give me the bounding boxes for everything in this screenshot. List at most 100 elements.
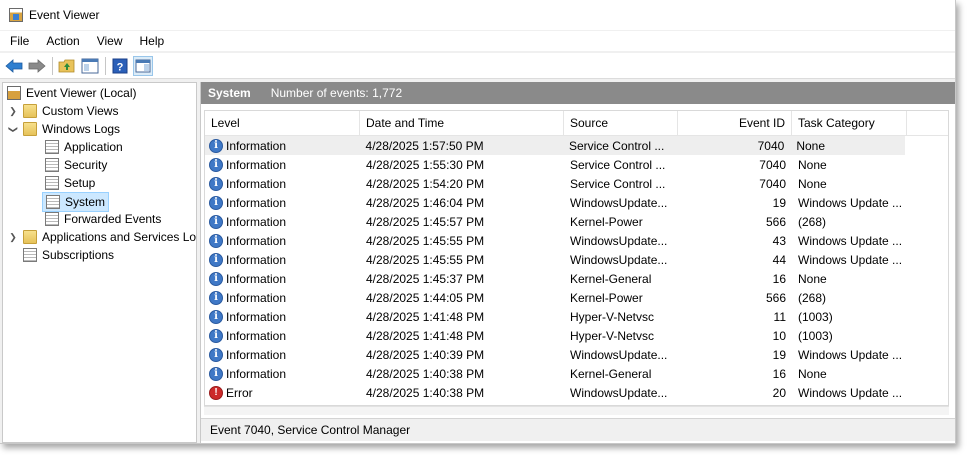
cell-date: 4/28/2025 1:40:39 PM <box>366 347 485 362</box>
column-header-source[interactable]: Source <box>564 111 678 135</box>
chevron-down-icon[interactable]: ❯ <box>8 124 19 134</box>
cell-source: Service Control ... <box>570 157 666 172</box>
tree-item-forwarded-events[interactable]: Forwarded Events <box>45 210 161 228</box>
level-text: Information <box>226 176 287 191</box>
cell-source: WindowsUpdate... <box>570 385 668 400</box>
subscriptions-icon <box>23 248 37 262</box>
tree-item-system[interactable]: System <box>42 192 110 212</box>
cell-task-category: None <box>798 157 827 172</box>
cell-date: 4/28/2025 1:45:55 PM <box>366 252 485 267</box>
help-icon: ? <box>112 58 128 73</box>
tree-item-applications-and-services[interactable]: ❯ Applications and Services Lo <box>8 228 196 246</box>
cell-task-category: Windows Update ... <box>798 347 903 362</box>
tree-item-application[interactable]: Application <box>45 138 123 156</box>
information-icon: i <box>209 309 223 324</box>
chevron-right-icon[interactable]: ❯ <box>8 232 18 243</box>
table-row[interactable]: i Information 4/28/2025 1:57:50 PM Service … <box>205 136 905 155</box>
table-row[interactable]: i Information 4/28/2025 1:54:20 PM Service … <box>205 174 948 193</box>
log-icon <box>45 158 59 172</box>
menu-file[interactable]: File <box>0 31 36 51</box>
log-header-bar: System Number of events: 1,772 <box>201 82 955 104</box>
cell-source: WindowsUpdate... <box>570 195 668 210</box>
tree-item-root[interactable]: Event Viewer (Local) <box>7 84 137 102</box>
column-header-date[interactable]: Date and Time <box>360 111 564 135</box>
cell-date: 4/28/2025 1:44:05 PM <box>366 290 485 305</box>
cell-date: 4/28/2025 1:41:48 PM <box>366 328 485 343</box>
tree-item-label: Security <box>64 158 108 172</box>
folder-icon <box>23 122 37 136</box>
table-row[interactable]: ! Error 4/28/2025 1:40:38 PM WindowsUpdate.… <box>205 383 948 402</box>
cell-level: i Information <box>205 347 360 362</box>
level-text: Error <box>226 385 253 400</box>
cell-level: i Information <box>205 214 360 229</box>
cell-source: Kernel-General <box>570 366 652 381</box>
cell-task-category: (268) <box>798 214 827 229</box>
menu-help[interactable]: Help <box>130 31 172 51</box>
table-row[interactable]: i Information 4/28/2025 1:46:04 PM WindowsU… <box>205 193 948 212</box>
cell-source: WindowsUpdate... <box>570 347 668 362</box>
cell-date: 4/28/2025 1:45:55 PM <box>366 233 485 248</box>
cell-source: Kernel-General <box>570 271 652 286</box>
tree-item-security[interactable]: Security <box>45 156 107 174</box>
up-folder-icon <box>58 59 75 72</box>
table-row[interactable]: i Information 4/28/2025 1:45:55 PM WindowsU… <box>205 250 948 269</box>
level-text: Information <box>226 309 287 324</box>
back-button[interactable] <box>4 56 24 76</box>
cell-date: 4/28/2025 1:45:57 PM <box>366 214 485 229</box>
cell-source: Kernel-Power <box>570 214 643 229</box>
up-one-level-button[interactable] <box>57 56 77 76</box>
cell-level: i Information <box>205 157 360 172</box>
cell-date: 4/28/2025 1:40:38 PM <box>366 366 485 381</box>
cell-level: ! Error <box>205 385 360 400</box>
table-row[interactable]: i Information 4/28/2025 1:45:57 PM Kernel-P… <box>205 212 948 231</box>
title-bar[interactable]: Event Viewer <box>0 0 955 30</box>
cell-event-id: 16 <box>772 366 786 381</box>
information-icon: i <box>209 328 223 343</box>
cell-source: Service Control ... <box>570 176 666 191</box>
cell-date: 4/28/2025 1:41:48 PM <box>366 309 485 324</box>
error-icon: ! <box>209 385 223 400</box>
log-icon <box>45 212 59 226</box>
table-row[interactable]: i Information 4/28/2025 1:40:38 PM Kernel-G… <box>205 364 948 383</box>
event-viewer-window: Event Viewer File Action View Help ? Eve… <box>0 0 956 444</box>
table-row[interactable]: i Information 4/28/2025 1:45:37 PM Kernel-G… <box>205 269 948 288</box>
chevron-right-icon[interactable]: ❯ <box>8 106 18 117</box>
cell-level: i Information <box>205 252 360 267</box>
tree-item-label: Custom Views <box>42 104 119 118</box>
menu-bar: File Action View Help <box>0 31 955 51</box>
cell-level: i Information <box>205 309 360 324</box>
information-icon: i <box>209 366 223 381</box>
level-text: Information <box>226 233 287 248</box>
information-icon: i <box>209 214 223 229</box>
column-header-task-category[interactable]: Task Category <box>792 111 907 135</box>
show-hide-tree-button[interactable] <box>80 56 100 76</box>
column-header-event-id[interactable]: Event ID <box>678 111 792 135</box>
forward-button[interactable] <box>27 56 47 76</box>
cell-event-id: 43 <box>772 233 786 248</box>
tree-item-subscriptions[interactable]: Subscriptions <box>23 246 114 264</box>
table-row[interactable]: i Information 4/28/2025 1:41:48 PM Hyper-V-… <box>205 307 948 326</box>
table-row[interactable]: i Information 4/28/2025 1:44:05 PM Kernel-P… <box>205 288 948 307</box>
help-button[interactable]: ? <box>110 56 130 76</box>
table-row[interactable]: i Information 4/28/2025 1:41:48 PM Hyper-V-… <box>205 326 948 345</box>
tree-item-custom-views[interactable]: ❯ Custom Views <box>8 102 118 120</box>
tree-item-windows-logs[interactable]: ❯ Windows Logs <box>8 120 120 138</box>
cell-level: i Information <box>205 233 360 248</box>
toolbar: ? <box>0 53 955 79</box>
svg-text:?: ? <box>117 61 124 73</box>
table-row[interactable]: i Information 4/28/2025 1:55:30 PM Service … <box>205 155 948 174</box>
cell-level: i Information <box>205 138 360 153</box>
menu-action[interactable]: Action <box>36 31 86 51</box>
menu-view[interactable]: View <box>87 31 130 51</box>
folder-icon <box>23 230 37 244</box>
horizontal-scrollbar[interactable] <box>204 406 949 415</box>
event-details-bar: Event 7040, Service Control Manager <box>201 418 955 441</box>
table-row[interactable]: i Information 4/28/2025 1:45:55 PM WindowsU… <box>205 231 948 250</box>
tree-item-label: Setup <box>64 176 96 190</box>
table-row[interactable]: i Information 4/28/2025 1:40:39 PM WindowsU… <box>205 345 948 364</box>
column-header-level[interactable]: Level <box>205 111 360 135</box>
tree-item-setup[interactable]: Setup <box>45 174 95 192</box>
cell-event-id: 16 <box>772 271 786 286</box>
show-hide-action-pane-button[interactable] <box>133 55 153 76</box>
event-list[interactable]: Level Date and Time Source Event ID Task… <box>204 110 949 406</box>
